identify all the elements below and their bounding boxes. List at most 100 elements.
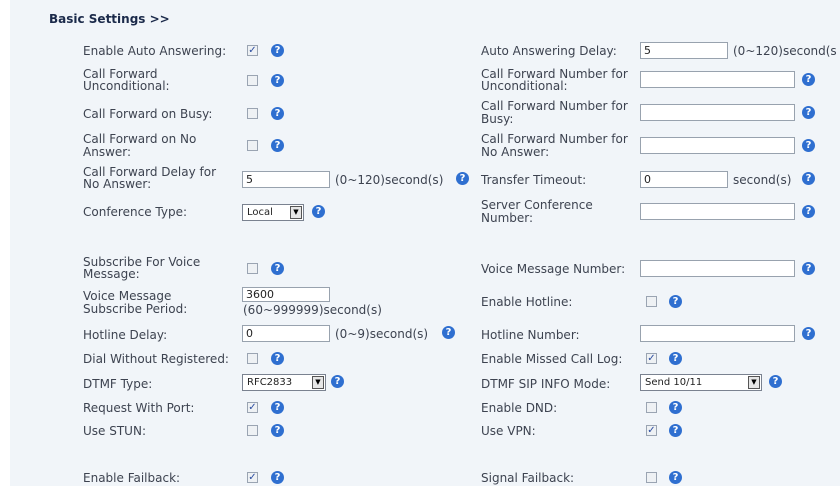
chevron-down-icon[interactable]: ▼	[312, 376, 324, 389]
conference-type-select[interactable]: Local ▼	[242, 204, 304, 221]
server-conf-label-line2: Number:	[481, 211, 534, 225]
help-icon[interactable]: ?	[669, 401, 682, 414]
transfer-timeout-input[interactable]: 0	[640, 171, 728, 188]
help-icon[interactable]: ?	[271, 44, 284, 57]
cfna-label-line1: Call Forward on No	[83, 132, 197, 146]
cfu-number-input[interactable]	[640, 71, 795, 88]
cf-delay-unit: (0~120)second(s)	[335, 173, 444, 187]
cfna-number-input[interactable]	[640, 137, 795, 154]
vm-period-unit: (60~999999)second(s)	[243, 303, 382, 317]
aa-delay-label: Auto Answering Delay:	[481, 44, 617, 58]
help-icon[interactable]: ?	[802, 73, 815, 86]
enable-failback-checkbox[interactable]: ✓	[247, 472, 258, 483]
help-icon[interactable]: ?	[802, 172, 815, 185]
cf-delay-label-line2: No Answer:	[83, 177, 152, 191]
help-icon[interactable]: ?	[769, 375, 782, 388]
cf-delay-input[interactable]: 5	[242, 171, 330, 188]
help-icon[interactable]: ?	[802, 106, 815, 119]
help-icon[interactable]: ?	[271, 471, 284, 484]
dtmf-sip-info-label: DTMF SIP INFO Mode:	[481, 377, 611, 391]
help-icon[interactable]: ?	[669, 352, 682, 365]
conference-type-value: Local	[247, 207, 273, 218]
vm-number-label: Voice Message Number:	[481, 262, 626, 276]
auto-answer-checkbox[interactable]: ✓	[247, 45, 258, 56]
chevron-down-icon[interactable]: ▼	[290, 206, 302, 219]
aa-delay-input[interactable]: 5	[640, 42, 728, 59]
request-port-checkbox[interactable]: ✓	[247, 402, 258, 413]
help-icon[interactable]: ?	[802, 205, 815, 218]
dnd-checkbox[interactable]	[646, 402, 657, 413]
vm-period-input[interactable]: 3600	[242, 287, 330, 302]
help-icon[interactable]: ?	[271, 74, 284, 87]
hotline-delay-label: Hotline Delay:	[83, 328, 168, 342]
vm-period-label-line2: Subscribe Period:	[83, 302, 188, 316]
missed-call-label: Enable Missed Call Log:	[481, 352, 623, 366]
subscribe-vm-label-line2: Message:	[83, 267, 140, 281]
help-icon[interactable]: ?	[669, 471, 682, 484]
help-icon[interactable]: ?	[271, 352, 284, 365]
vpn-checkbox[interactable]: ✓	[646, 425, 657, 436]
hotline-number-input[interactable]	[640, 325, 795, 342]
cfb-number-label-line1: Call Forward Number for	[481, 99, 628, 113]
dial-unreg-label: Dial Without Registered:	[83, 352, 229, 366]
cfna-checkbox[interactable]	[247, 140, 258, 151]
help-icon[interactable]: ?	[669, 424, 682, 437]
signal-failback-checkbox[interactable]	[646, 472, 657, 483]
cfna-number-label-line2: No Answer:	[481, 145, 550, 159]
auto-answer-label: Enable Auto Answering:	[83, 44, 227, 58]
cfb-checkbox[interactable]	[247, 108, 258, 119]
hotline-delay-unit: (0~9)second(s)	[335, 327, 429, 341]
cfb-number-label-line2: Busy:	[481, 112, 514, 126]
settings-panel: Basic Settings >> Enable Auto Answering:…	[10, 0, 840, 486]
enable-hotline-checkbox[interactable]	[646, 296, 657, 307]
aa-delay-unit: (0~120)second(s	[733, 44, 837, 58]
missed-call-checkbox[interactable]: ✓	[646, 353, 657, 364]
dnd-label: Enable DND:	[481, 401, 558, 415]
help-icon[interactable]: ?	[331, 375, 344, 388]
subscribe-vm-checkbox[interactable]	[247, 263, 258, 274]
use-stun-label: Use STUN:	[83, 424, 146, 438]
dial-unreg-checkbox[interactable]	[247, 353, 258, 364]
conference-type-label: Conference Type:	[83, 205, 187, 219]
server-conf-input[interactable]	[640, 203, 795, 220]
dtmf-type-label: DTMF Type:	[83, 377, 153, 391]
cfna-label-line2: Answer:	[83, 145, 132, 159]
enable-failback-label: Enable Failback:	[83, 471, 181, 485]
help-icon[interactable]: ?	[271, 107, 284, 120]
help-icon[interactable]: ?	[271, 139, 284, 152]
cfu-checkbox[interactable]	[247, 75, 258, 86]
enable-hotline-label: Enable Hotline:	[481, 295, 573, 309]
vm-period-label-line1: Voice Message	[83, 289, 172, 303]
vpn-label: Use VPN:	[481, 424, 536, 438]
chevron-down-icon[interactable]: ▼	[748, 376, 760, 389]
signal-failback-label: Signal Failback:	[481, 471, 575, 485]
use-stun-checkbox[interactable]	[247, 425, 258, 436]
server-conf-label-line1: Server Conference	[481, 198, 593, 212]
section-title[interactable]: Basic Settings >>	[49, 12, 170, 26]
help-icon[interactable]: ?	[271, 262, 284, 275]
transfer-timeout-label: Transfer Timeout:	[481, 173, 587, 187]
vm-number-input[interactable]	[640, 260, 795, 277]
help-icon[interactable]: ?	[442, 326, 455, 339]
dtmf-type-value: RFC2833	[247, 377, 293, 388]
request-port-label: Request With Port:	[83, 401, 195, 415]
transfer-timeout-unit: second(s)	[733, 173, 792, 187]
help-icon[interactable]: ?	[312, 205, 325, 218]
hotline-delay-input[interactable]: 0	[242, 325, 330, 342]
help-icon[interactable]: ?	[802, 139, 815, 152]
cfna-number-label-line1: Call Forward Number for	[481, 132, 628, 146]
help-icon[interactable]: ?	[271, 424, 284, 437]
cfu-label-line2: Unconditional:	[83, 79, 170, 93]
dtmf-type-select[interactable]: RFC2833 ▼	[242, 374, 326, 391]
help-icon[interactable]: ?	[669, 295, 682, 308]
help-icon[interactable]: ?	[802, 327, 815, 340]
cfb-label: Call Forward on Busy:	[83, 107, 213, 121]
help-icon[interactable]: ?	[456, 172, 469, 185]
cfb-number-input[interactable]	[640, 104, 795, 121]
help-icon[interactable]: ?	[271, 401, 284, 414]
dtmf-sip-info-value: Send 10/11	[645, 377, 703, 388]
cfu-number-label-line2: Unconditional:	[481, 79, 568, 93]
dtmf-sip-info-select[interactable]: Send 10/11 ▼	[640, 374, 762, 391]
hotline-number-label: Hotline Number:	[481, 328, 580, 342]
help-icon[interactable]: ?	[802, 262, 815, 275]
